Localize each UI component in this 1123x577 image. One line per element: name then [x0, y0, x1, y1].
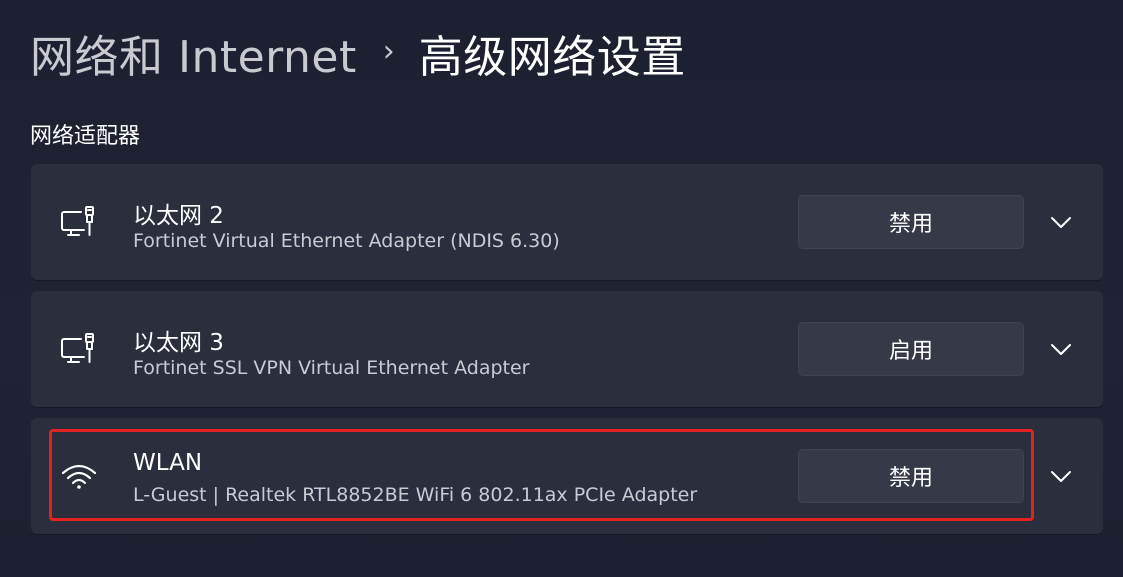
section-title-network-adapters: 网络适配器	[30, 124, 141, 149]
adapter-card-wlan[interactable]: WLAN L-Guest | Realtek RTL8852BE WiFi 6 …	[31, 418, 1103, 534]
breadcrumb-separator-icon: ›	[382, 33, 395, 69]
disable-button[interactable]: 禁用	[798, 195, 1024, 249]
chevron-down-icon[interactable]	[1047, 335, 1075, 363]
breadcrumb-parent-link[interactable]: 网络和 Internet	[30, 21, 357, 85]
chevron-down-icon[interactable]	[1047, 208, 1075, 236]
ethernet-icon	[59, 329, 99, 369]
adapter-description: L-Guest | Realtek RTL8852BE WiFi 6 802.1…	[133, 484, 698, 506]
breadcrumb: 网络和 Internet › 高级网络设置	[30, 22, 686, 84]
disable-button[interactable]: 禁用	[798, 449, 1024, 503]
wifi-icon	[59, 456, 99, 496]
enable-button[interactable]: 启用	[798, 322, 1024, 376]
adapter-card-ethernet-2[interactable]: 以太网 2 Fortinet Virtual Ethernet Adapter …	[31, 164, 1103, 280]
page-title: 高级网络设置	[418, 32, 686, 83]
adapter-name: WLAN	[133, 450, 203, 476]
adapter-description: Fortinet SSL VPN Virtual Ethernet Adapte…	[133, 357, 530, 379]
adapter-name: 以太网 3	[133, 330, 224, 356]
adapter-card-ethernet-3[interactable]: 以太网 3 Fortinet SSL VPN Virtual Ethernet …	[31, 291, 1103, 407]
chevron-down-icon[interactable]	[1047, 462, 1075, 490]
adapter-description: Fortinet Virtual Ethernet Adapter (NDIS …	[133, 230, 560, 252]
adapter-name: 以太网 2	[133, 203, 224, 229]
ethernet-icon	[59, 202, 99, 242]
